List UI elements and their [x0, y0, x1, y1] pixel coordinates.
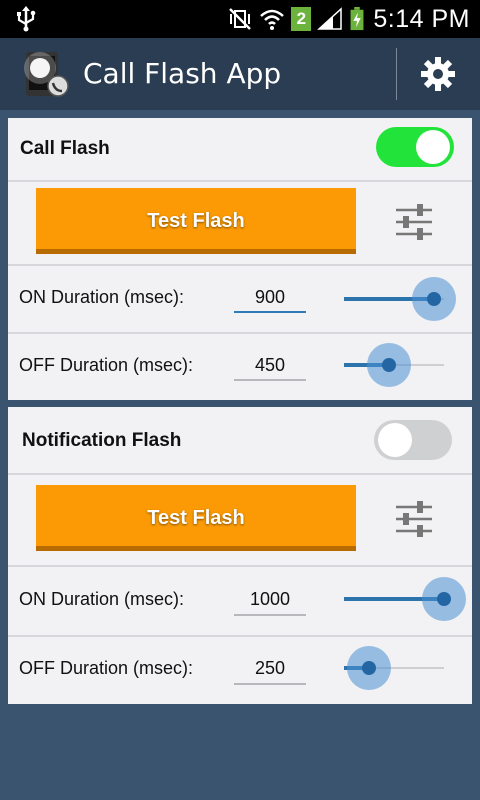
off-duration-label: OFF Duration (msec): — [19, 658, 194, 678]
notification-off-duration-row: OFF Duration (msec): 250 — [8, 637, 472, 704]
on-duration-label: ON Duration (msec): — [19, 589, 185, 609]
vibrate-mute-icon — [229, 8, 252, 30]
input-underline — [234, 614, 306, 616]
notification-flash-toggle[interactable] — [374, 420, 452, 460]
status-bar: 2 5:14 PM — [0, 0, 480, 38]
usb-icon — [17, 6, 36, 32]
notification-flash-header: Notification Flash — [8, 407, 472, 475]
signal-icon — [317, 7, 343, 30]
off-duration-slider[interactable] — [344, 646, 446, 690]
off-duration-input[interactable]: 250 — [234, 658, 306, 679]
card-title: Notification Flash — [22, 430, 182, 451]
off-duration-input[interactable]: 450 — [234, 355, 306, 376]
toggle-knob — [378, 423, 412, 457]
call-flash-card: Call Flash Test Flash ON Duration (msec)… — [8, 118, 472, 400]
notification-on-duration-row: ON Duration (msec): 1000 — [8, 567, 472, 637]
action-bar-divider — [396, 48, 397, 100]
test-flash-button[interactable]: Test Flash — [36, 485, 356, 551]
on-duration-input[interactable]: 900 — [234, 287, 306, 308]
off-duration-slider[interactable] — [344, 343, 446, 387]
on-duration-slider[interactable] — [344, 277, 456, 321]
notification-count-badge: 2 — [291, 7, 312, 31]
call-flash-header: Call Flash — [8, 118, 472, 182]
toggle-knob — [416, 130, 450, 164]
call-flash-test-row: Test Flash — [8, 182, 472, 266]
on-duration-input[interactable]: 1000 — [234, 589, 306, 610]
on-duration-label: ON Duration (msec): — [19, 287, 185, 307]
wifi-icon — [260, 9, 285, 30]
call-on-duration-row: ON Duration (msec): 900 — [8, 266, 472, 334]
on-duration-slider[interactable] — [344, 577, 466, 621]
battery-charging-icon — [350, 7, 364, 31]
clock: 5:14 PM — [373, 4, 470, 33]
notification-flash-card: Notification Flash Test Flash ON Duratio… — [8, 407, 472, 704]
off-duration-label: OFF Duration (msec): — [19, 355, 194, 375]
test-flash-button[interactable]: Test Flash — [36, 188, 356, 254]
card-title: Call Flash — [20, 138, 110, 159]
gear-icon[interactable] — [418, 54, 458, 94]
call-off-duration-row: OFF Duration (msec): 450 — [8, 334, 472, 400]
app-logo-icon — [24, 52, 69, 97]
equalizer-icon[interactable] — [394, 499, 434, 539]
input-underline — [234, 379, 306, 381]
input-underline — [234, 311, 306, 313]
app-title: Call Flash App — [83, 57, 282, 90]
notification-flash-test-row: Test Flash — [8, 475, 472, 567]
call-flash-toggle[interactable] — [376, 127, 454, 167]
action-bar: Call Flash App — [0, 38, 480, 110]
equalizer-icon[interactable] — [394, 202, 434, 242]
input-underline — [234, 683, 306, 685]
